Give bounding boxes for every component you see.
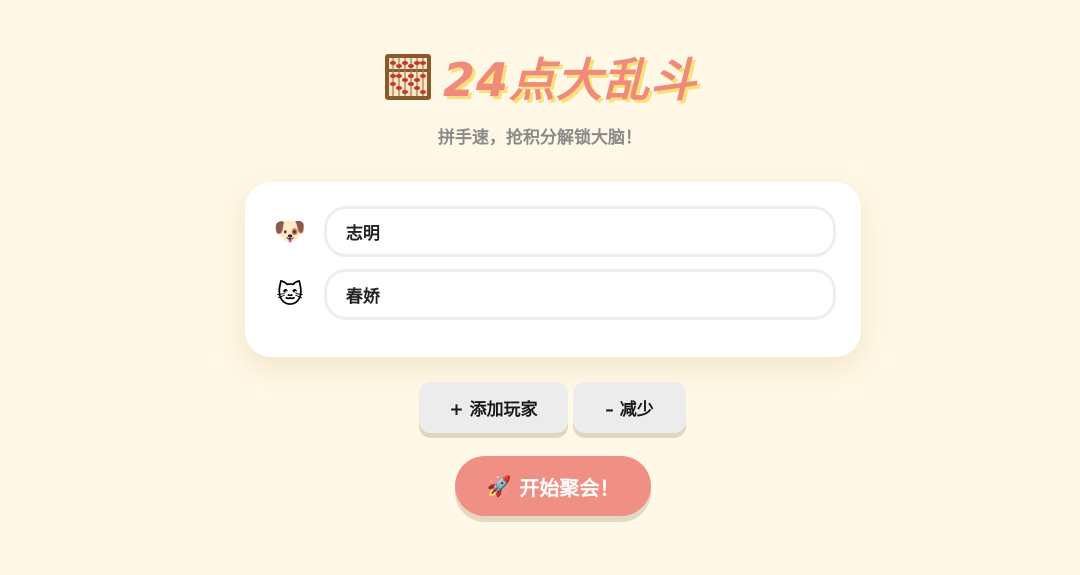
cat-face-icon: 🐱 — [276, 280, 304, 310]
rocket-icon: 🚀 — [486, 474, 512, 498]
start-party-label: 开始聚会！ — [519, 475, 620, 500]
player-row: 🐶 — [245, 206, 861, 258]
player-controls: + 添加玩家 – 减少 — [0, 382, 1080, 438]
start-party-button[interactable]: 🚀 开始聚会！ — [455, 456, 651, 516]
player-name-input[interactable] — [324, 269, 836, 320]
add-player-button[interactable]: + 添加玩家 — [419, 382, 568, 433]
page-title: 24点大乱斗 — [442, 53, 697, 107]
player-name-input[interactable] — [324, 206, 836, 257]
remove-player-button[interactable]: – 减少 — [573, 382, 686, 433]
app-page: 24点大乱斗 拼手速，抢积分解锁大脑！ 🐶 🐱 + 添加玩家 – 减少 🚀 开始… — [0, 0, 1080, 575]
abacus-icon — [383, 52, 433, 102]
player-list-card: 🐶 🐱 — [245, 182, 861, 357]
page-subtitle: 拼手速，抢积分解锁大脑！ — [438, 128, 642, 148]
dog-face-icon: 🐶 — [273, 217, 307, 247]
player-row: 🐱 — [245, 269, 861, 321]
title-row: 24点大乱斗 — [0, 44, 1080, 110]
